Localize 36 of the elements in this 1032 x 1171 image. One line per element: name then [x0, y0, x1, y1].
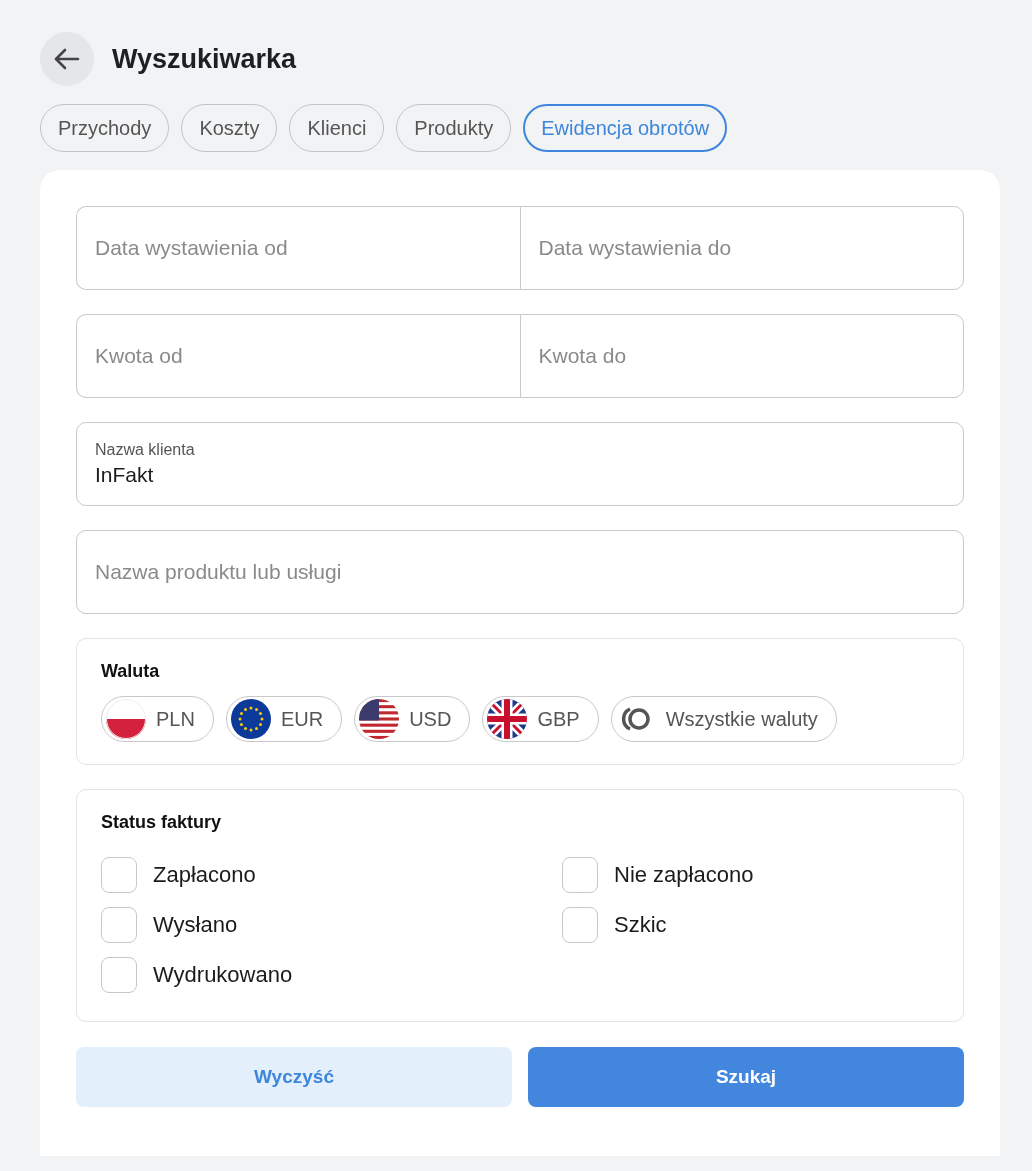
- us-flag-icon: [359, 699, 400, 739]
- uk-flag-icon: [487, 699, 528, 739]
- search-button[interactable]: Szukaj: [528, 1047, 964, 1107]
- input-field[interactable]: Nazwa produktu lub usługi: [76, 530, 964, 614]
- field-value: InFakt: [95, 463, 155, 487]
- checkbox[interactable]: [562, 907, 598, 943]
- section-title: Status faktury: [101, 812, 223, 833]
- checkbox-label: Nie zapłacono: [614, 862, 754, 888]
- checkbox[interactable]: [101, 857, 137, 893]
- input-field[interactable]: Kwota od: [76, 314, 520, 398]
- currency-chip[interactable]: Wszystkie waluty: [610, 696, 837, 742]
- input-field[interactable]: Data wystawienia od: [76, 206, 520, 290]
- checkbox-label: Wysłano: [153, 912, 238, 938]
- filter-tab[interactable]: Przychody: [40, 104, 170, 152]
- checkbox[interactable]: [101, 957, 137, 993]
- checkbox-label: Zapłacono: [153, 862, 256, 888]
- checkbox[interactable]: [101, 907, 137, 943]
- filter-tab[interactable]: Produkty: [396, 104, 512, 152]
- checkbox-label: Wydrukowano: [153, 962, 293, 988]
- filter-tab[interactable]: Koszty: [181, 104, 278, 152]
- section-title: Waluta: [101, 661, 161, 682]
- eu-flag-icon: [230, 699, 271, 739]
- text-field[interactable]: Nazwa klienta InFakt: [76, 422, 964, 506]
- currency-chip[interactable]: USD: [354, 696, 471, 742]
- input-field[interactable]: Data wystawienia do: [519, 206, 964, 290]
- currency-chip[interactable]: PLN: [101, 696, 214, 742]
- input-field[interactable]: Kwota do: [519, 314, 964, 398]
- checkbox[interactable]: [562, 857, 598, 893]
- filter-tab[interactable]: Klienci: [289, 104, 385, 152]
- page-title: Wyszukiwarka: [112, 43, 297, 75]
- currency-chip[interactable]: GBP: [482, 696, 599, 742]
- field-label: Nazwa klienta: [95, 441, 196, 459]
- checkbox-label: Szkic: [614, 912, 667, 938]
- poland-flag-icon: [106, 699, 146, 739]
- back-arrow-icon: [54, 48, 80, 70]
- currency-chip[interactable]: EUR: [225, 696, 343, 742]
